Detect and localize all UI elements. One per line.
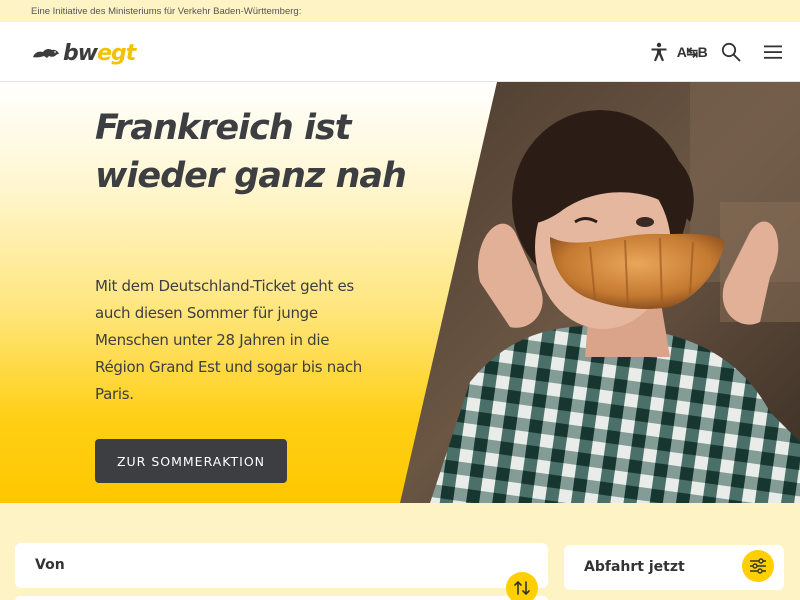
from-label: Von <box>35 557 65 573</box>
search-icon <box>721 42 741 62</box>
to-field[interactable] <box>15 596 548 600</box>
accessibility-icon <box>651 42 667 62</box>
menu-button[interactable] <box>762 40 784 64</box>
sliders-icon <box>750 558 766 574</box>
hero-title: Frankreich ist wieder ganz nah <box>95 108 407 196</box>
logo-text: bwegt <box>63 40 136 66</box>
menu-icon <box>764 45 782 59</box>
initiative-bar: Eine Initiative des Ministeriums für Ver… <box>0 0 800 22</box>
language-button[interactable]: A↹B <box>676 40 708 64</box>
accessibility-button[interactable] <box>648 40 670 64</box>
departure-time-label: Abfahrt jetzt <box>584 559 685 575</box>
bwegt-logo[interactable]: bwegt <box>31 38 136 68</box>
from-field[interactable]: Von <box>15 543 548 588</box>
swap-stations-button[interactable] <box>506 572 538 600</box>
swap-arrows-icon <box>514 581 530 595</box>
summer-campaign-button[interactable]: ZUR SOMMERAKTION <box>95 439 287 483</box>
hero-text: Mit dem Deutschland-Ticket geht es auch … <box>95 277 363 403</box>
initiative-text: Eine Initiative des Ministeriums für Ver… <box>31 6 302 17</box>
logo-part-bw: bw <box>63 40 98 66</box>
hero-banner: Frankreich ist wieder ganz nah Mit dem D… <box>0 82 800 503</box>
filter-options-button[interactable] <box>742 550 774 582</box>
language-icon: A↹B <box>676 43 708 60</box>
search-button[interactable] <box>720 40 742 64</box>
lion-logo-icon <box>33 48 59 58</box>
site-header: bwegt A↹B <box>0 22 800 82</box>
logo-part-egt: egt <box>97 40 136 66</box>
